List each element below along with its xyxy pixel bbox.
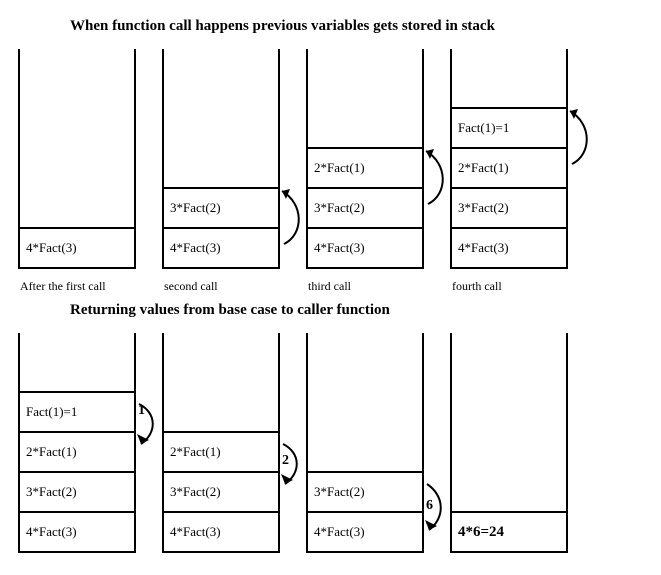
stack-frame: 2*Fact(1) (452, 147, 566, 187)
pop-col-4: 4*6=24 (450, 333, 568, 553)
stack-frame: 4*Fact(3) (20, 227, 134, 267)
stack-frame: Fact(1)=1 (452, 107, 566, 147)
stack-2: 3*Fact(2) 4*Fact(3) (162, 49, 280, 269)
stack-1: 4*Fact(3) (18, 49, 136, 269)
pop-col-2: 2*Fact(1) 3*Fact(2) 4*Fact(3) 2 (162, 333, 280, 553)
stack-frame: 3*Fact(2) (452, 187, 566, 227)
caption-4: fourth call (452, 279, 502, 294)
stack-frame: 4*Fact(3) (164, 511, 278, 551)
stack-frame: 3*Fact(2) (20, 471, 134, 511)
pop-stack-1: Fact(1)=1 2*Fact(1) 3*Fact(2) 4*Fact(3) (18, 333, 136, 553)
stack-frame: 2*Fact(1) (20, 431, 134, 471)
stack-frame: 2*Fact(1) (308, 147, 422, 187)
caption-1: After the first call (20, 279, 106, 294)
pop-title: Returning values from base case to calle… (70, 302, 651, 319)
stack-frame: 4*Fact(3) (308, 227, 422, 267)
stack-3: 2*Fact(1) 3*Fact(2) 4*Fact(3) (306, 49, 424, 269)
push-arrow-icon (562, 99, 602, 179)
pop-col-3: 3*Fact(2) 4*Fact(3) 6 (306, 333, 424, 553)
return-value-6: 6 (426, 498, 433, 514)
pop-stack-2: 2*Fact(1) 3*Fact(2) 4*Fact(3) (162, 333, 280, 553)
stack-col-1: 4*Fact(3) After the first call (18, 49, 136, 294)
stack-frame: Fact(1)=1 (20, 391, 134, 431)
stack-frame: 4*Fact(3) (308, 511, 422, 551)
pop-stack-4: 4*6=24 (450, 333, 568, 553)
result-frame: 4*6=24 (452, 511, 566, 551)
pop-stack-3: 3*Fact(2) 4*Fact(3) (306, 333, 424, 553)
return-value-2: 2 (282, 453, 289, 469)
stack-frame: 4*Fact(3) (20, 511, 134, 551)
pop-row: Fact(1)=1 2*Fact(1) 3*Fact(2) 4*Fact(3) … (18, 333, 651, 553)
stack-frame: 3*Fact(2) (164, 471, 278, 511)
stack-frame: 3*Fact(2) (308, 471, 422, 511)
stack-frame: 4*Fact(3) (452, 227, 566, 267)
stack-frame: 3*Fact(2) (164, 187, 278, 227)
stack-col-3: 2*Fact(1) 3*Fact(2) 4*Fact(3) third call (306, 49, 424, 294)
stack-col-4: Fact(1)=1 2*Fact(1) 3*Fact(2) 4*Fact(3) … (450, 49, 568, 294)
push-row: 4*Fact(3) After the first call 3*Fact(2)… (18, 49, 651, 294)
stack-frame: 4*Fact(3) (164, 227, 278, 267)
push-title: When function call happens previous vari… (70, 18, 651, 35)
stack-4: Fact(1)=1 2*Fact(1) 3*Fact(2) 4*Fact(3) (450, 49, 568, 269)
pop-col-1: Fact(1)=1 2*Fact(1) 3*Fact(2) 4*Fact(3) … (18, 333, 136, 553)
stack-frame: 2*Fact(1) (164, 431, 278, 471)
stack-frame: 3*Fact(2) (308, 187, 422, 227)
caption-3: third call (308, 279, 351, 294)
return-value-1: 1 (138, 403, 145, 419)
stack-col-2: 3*Fact(2) 4*Fact(3) second call (162, 49, 280, 294)
caption-2: second call (164, 279, 218, 294)
